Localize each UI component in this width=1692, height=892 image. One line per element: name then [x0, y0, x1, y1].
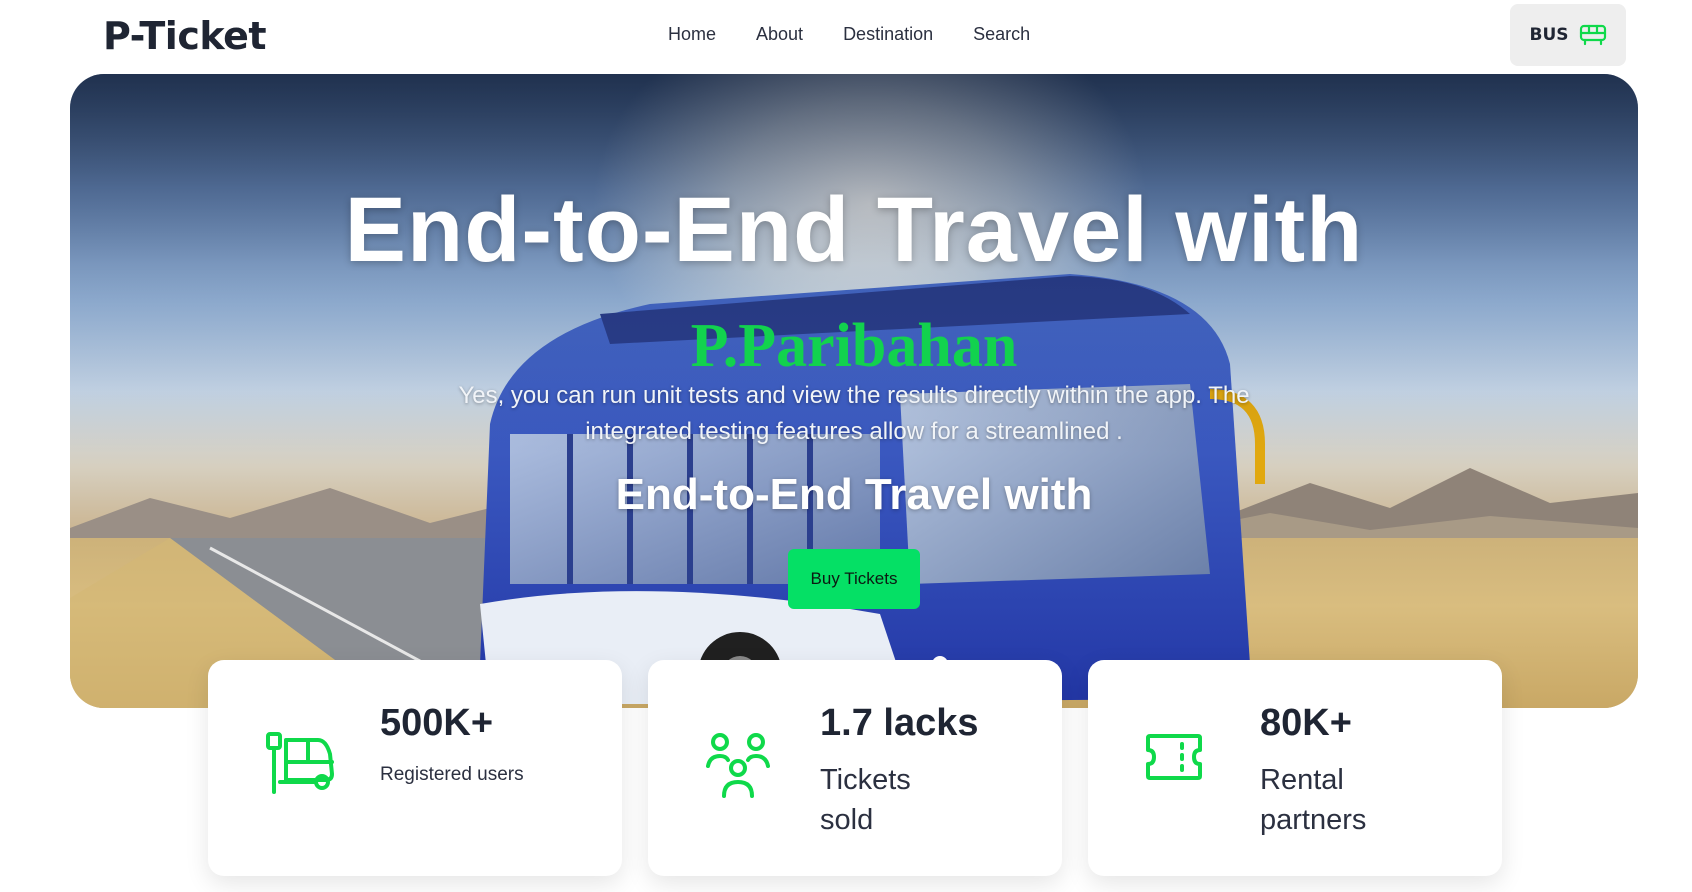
main-nav: Home About Destination Search: [668, 24, 1070, 45]
stat-label: Tickets sold: [820, 764, 911, 836]
nav-link-destination[interactable]: Destination: [843, 24, 933, 45]
hero-banner: End-to-End Travel with P.Paribahan Yes, …: [70, 74, 1638, 708]
hero-description: Yes, you can run unit tests and view the…: [458, 382, 1250, 445]
stat-card-tickets: 1.7 lacks Tickets sold: [648, 660, 1062, 876]
bus-button-label: BUS: [1529, 25, 1569, 45]
bus-stop-icon: [264, 732, 336, 800]
nav-link-about[interactable]: About: [756, 24, 803, 45]
stat-value: 1.7 lacks: [820, 702, 979, 744]
hero-subtitle: End-to-End Travel with: [615, 470, 1093, 519]
ticket-icon: [1144, 732, 1204, 786]
stat-card-users: 500K+ Registered users: [208, 660, 622, 876]
buy-tickets-button[interactable]: Buy Tickets: [788, 549, 920, 609]
hero-brand-name: P.Paribahan: [690, 312, 1018, 380]
nav-link-home[interactable]: Home: [668, 24, 716, 45]
stat-value: 500K+: [380, 702, 494, 744]
nav-link-search[interactable]: Search: [973, 24, 1030, 45]
stat-label: Registered users: [380, 764, 524, 785]
stat-label: Rental partners: [1260, 764, 1367, 836]
bus-icon: [1579, 24, 1607, 46]
stat-value: 80K+: [1260, 702, 1352, 744]
bus-button[interactable]: BUS: [1510, 4, 1626, 66]
stat-card-partners: 80K+ Rental partners: [1088, 660, 1502, 876]
site-logo[interactable]: P-Ticket: [103, 14, 267, 58]
hero-title: End-to-End Travel with: [344, 179, 1364, 281]
top-navbar: P-Ticket Home About Destination Search B…: [0, 0, 1692, 74]
users-group-icon: [704, 732, 772, 804]
